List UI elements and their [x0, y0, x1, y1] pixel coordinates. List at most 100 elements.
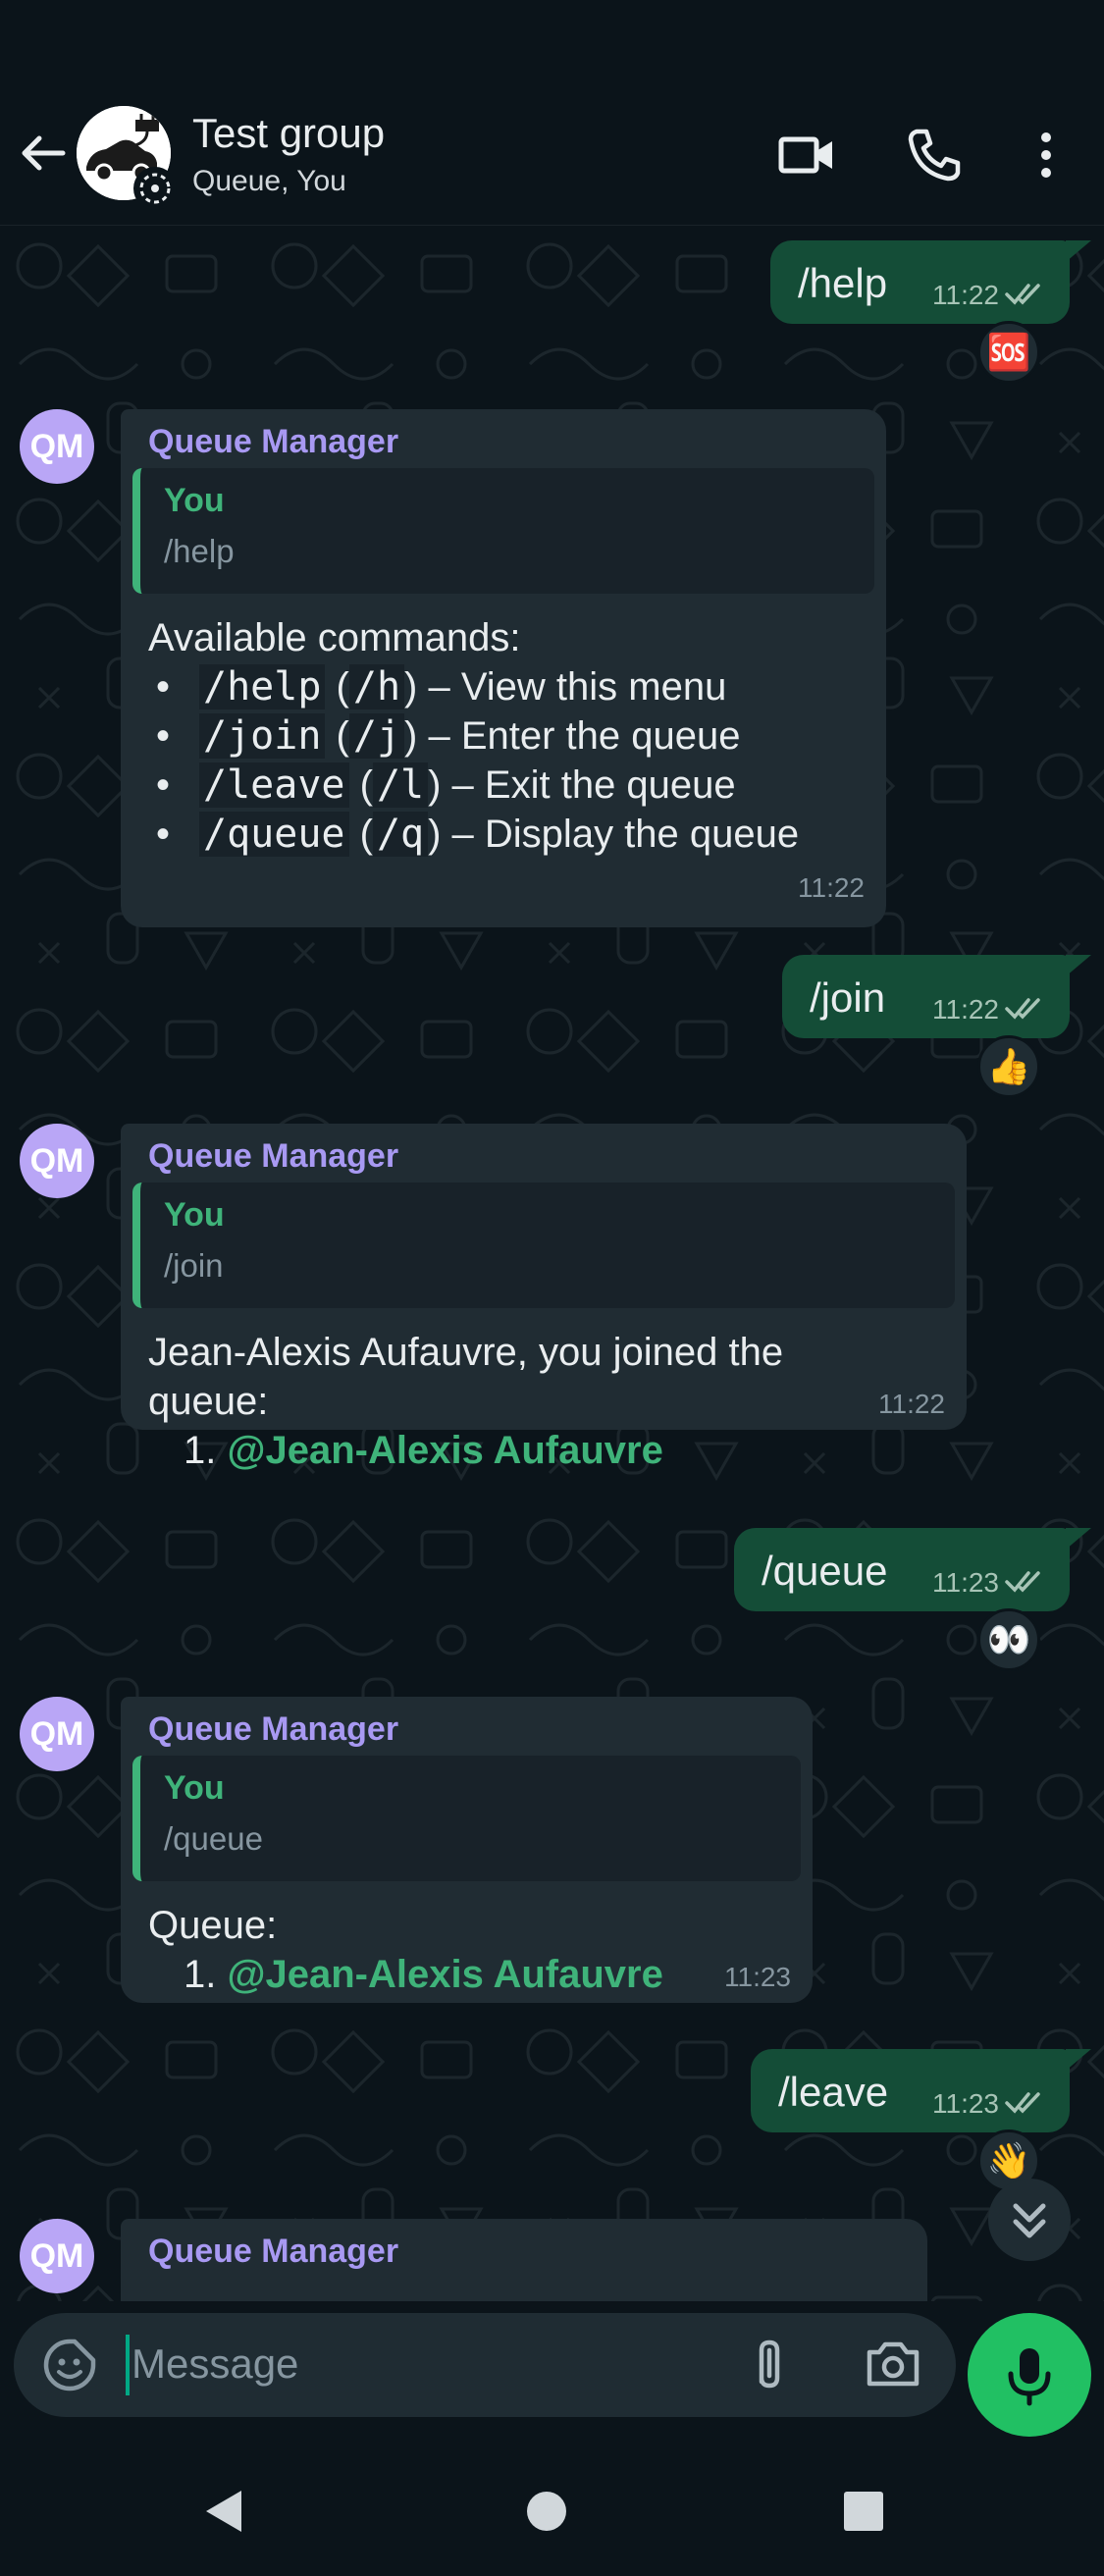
outgoing-message[interactable]: /queue 11:23 [734, 1528, 1070, 1611]
back-button[interactable] [14, 124, 73, 183]
outgoing-message[interactable]: /leave 11:23 [751, 2049, 1070, 2132]
message-field[interactable] [14, 2313, 956, 2417]
camera-icon [867, 2341, 920, 2387]
settings-badge-icon [133, 167, 177, 210]
message-list[interactable]: /help 11:22 🆘 QM Queue Manager You /help… [0, 227, 1104, 2301]
user-mention[interactable]: @Jean-Alexis Aufauvre [227, 1953, 662, 1996]
read-receipt-icon [1005, 2092, 1040, 2114]
sticker-smiley-icon [43, 2339, 96, 2392]
triangle-back-icon [206, 2491, 241, 2532]
reaction-badge[interactable]: 👍 [977, 1035, 1040, 1098]
microphone-icon [1008, 2348, 1051, 2406]
chat-participants[interactable]: Queue, You [192, 165, 346, 198]
incoming-message[interactable]: Queue Manager You /join Jean-Alexis Aufa… [121, 1124, 967, 1472]
nav-recents-button[interactable] [829, 2477, 898, 2546]
sender-name[interactable]: Queue Manager [148, 1137, 398, 1176]
quoted-message[interactable]: You /queue [132, 1756, 801, 1881]
command-alias: /h [348, 664, 405, 710]
read-receipt-icon [1005, 998, 1040, 1020]
chat-title[interactable]: Test group [192, 110, 385, 157]
quoted-message[interactable]: You /join [132, 1183, 955, 1308]
emoji-button[interactable] [41, 2337, 98, 2393]
message-input[interactable] [130, 2333, 679, 2395]
camera-button[interactable] [862, 2335, 924, 2393]
bubble-tail [1066, 1528, 1091, 1550]
quoted-text: /help [164, 533, 235, 569]
read-receipt-icon [1005, 1571, 1040, 1593]
status-bar [0, 0, 1104, 88]
quoted-text: /queue [164, 1820, 263, 1857]
message-line: Available commands: [148, 616, 521, 659]
sender-avatar[interactable]: QM [20, 2219, 94, 2293]
message-text: /queue [762, 1548, 888, 1594]
quoted-sender: You [164, 1196, 225, 1234]
more-options-icon [1041, 132, 1051, 178]
scroll-to-bottom-button[interactable] [988, 2179, 1071, 2261]
nav-home-button[interactable] [512, 2477, 581, 2546]
message-body: Queue: 1. @Jean-Alexis Aufauvre [148, 1901, 663, 1999]
voice-message-button[interactable] [968, 2313, 1091, 2437]
sender-name[interactable]: Queue Manager [148, 1710, 398, 1749]
sender-avatar[interactable]: QM [20, 1697, 94, 1771]
quoted-sender: You [164, 482, 225, 519]
quoted-sender: You [164, 1769, 225, 1807]
message-line: queue: [148, 1380, 269, 1423]
command-desc: – Exit the queue [441, 763, 736, 807]
command-code: /join [199, 713, 326, 759]
circle-home-icon [527, 2492, 566, 2531]
video-call-icon [778, 136, 832, 174]
quoted-message[interactable]: You /help [132, 468, 874, 594]
attach-button[interactable] [740, 2335, 799, 2393]
queue-position: 1. [184, 1429, 217, 1472]
paperclip-icon [759, 2339, 780, 2389]
sender-name[interactable]: Queue Manager [148, 2233, 398, 2271]
system-navigation-bar [0, 2444, 1104, 2576]
message-line: Jean-Alexis Aufauvre, you joined the [148, 1331, 784, 1374]
incoming-message[interactable]: Queue Manager You /queue Queue: 1. @Jean… [121, 1697, 813, 2003]
sender-avatar[interactable]: QM [20, 409, 94, 484]
bullet: • [156, 665, 171, 709]
sender-name[interactable]: Queue Manager [148, 423, 398, 461]
queue-item: 1. @Jean-Alexis Aufauvre [148, 1950, 663, 1999]
message-time: 11:23 [932, 1567, 999, 1598]
reaction-badge[interactable]: 👀 [977, 1608, 1040, 1671]
voice-call-button[interactable] [903, 124, 966, 186]
more-options-button[interactable] [1015, 124, 1078, 186]
message-time: 11:22 [932, 280, 999, 310]
command-code: /queue [199, 812, 349, 857]
outgoing-message[interactable]: /join 11:22 [782, 955, 1070, 1038]
message-text: /leave [778, 2069, 889, 2115]
message-body: Jean-Alexis Aufauvre, you joined the que… [148, 1328, 783, 1475]
chat-header: Test group Queue, You [0, 88, 1104, 226]
command-desc: – View this menu [417, 665, 727, 709]
sender-avatar[interactable]: QM [20, 1124, 94, 1198]
double-chevron-down-icon [1013, 2203, 1046, 2238]
video-call-button[interactable] [775, 124, 838, 186]
back-arrow-icon [22, 135, 66, 171]
command-alias: /j [348, 713, 405, 759]
nav-back-button[interactable] [192, 2477, 261, 2546]
user-mention[interactable]: @Jean-Alexis Aufauvre [227, 1429, 662, 1472]
command-line: •/join (/j) – Enter the queue [148, 711, 799, 761]
command-desc: – Enter the queue [417, 714, 741, 758]
command-alias: /l [372, 762, 429, 808]
command-line: •/queue (/q) – Display the queue [148, 810, 799, 859]
message-text: /help [798, 260, 888, 306]
command-code: /leave [199, 762, 349, 808]
reaction-badge[interactable]: 🆘 [977, 321, 1040, 384]
message-time: 11:22 [878, 1389, 945, 1419]
command-desc: – Display the queue [441, 813, 800, 856]
incoming-message[interactable]: Queue Manager You /help Available comman… [121, 409, 886, 927]
bullet: • [156, 813, 171, 856]
command-alias: /q [372, 812, 429, 857]
queue-position: 1. [184, 1953, 217, 1996]
command-line: •/help (/h) – View this menu [148, 662, 799, 711]
incoming-message[interactable]: Queue Manager [121, 2219, 927, 2301]
outgoing-message[interactable]: /help 11:22 [770, 240, 1070, 324]
voice-call-icon [908, 129, 961, 182]
bubble-tail [1066, 2049, 1091, 2071]
command-code: /help [199, 664, 326, 710]
message-time: 11:22 [798, 872, 865, 903]
bubble-tail [1066, 955, 1091, 976]
read-receipt-icon [1005, 284, 1040, 305]
